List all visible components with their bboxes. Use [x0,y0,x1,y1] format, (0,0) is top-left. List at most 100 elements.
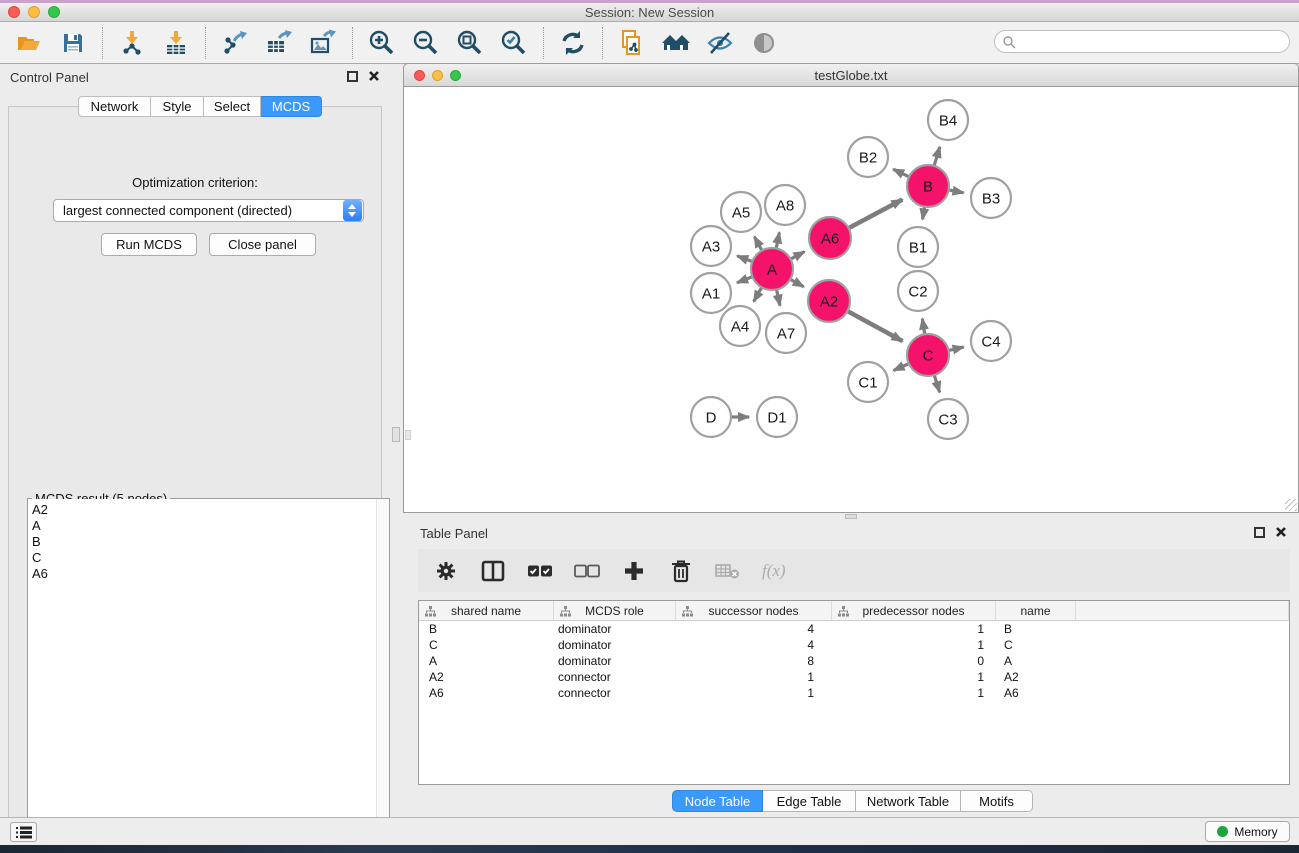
panel-divider-handle[interactable] [392,427,400,442]
hide-selected-icon[interactable] [705,28,735,58]
add-column-icon[interactable] [621,558,647,584]
table-row[interactable]: A6connector11A6 [419,685,1289,701]
save-session-icon[interactable] [58,28,88,58]
column-view-icon[interactable] [480,558,506,584]
column-header-shared-name[interactable]: shared name [419,601,554,621]
tab-mcds[interactable]: MCDS [261,96,322,117]
result-item[interactable]: A6 [32,566,389,582]
tab-network-table[interactable]: Network Table [856,790,961,812]
tab-select[interactable]: Select [204,96,261,117]
graph-node-A2[interactable]: A2 [808,280,850,322]
export-table-icon[interactable] [264,28,294,58]
table-cell[interactable]: A6 [419,685,554,701]
table-cell[interactable]: connector [554,669,676,685]
graph-node-C3[interactable]: C3 [928,399,968,439]
delete-column-icon[interactable] [668,558,694,584]
table-cell[interactable]: B [419,621,554,637]
close-panel-button[interactable]: Close panel [209,233,316,256]
column-header-mcds-role[interactable]: MCDS role [554,601,676,621]
graph-node-D[interactable]: D [691,397,731,437]
search-field[interactable] [994,30,1290,53]
graph-node-A8[interactable]: A8 [765,185,805,225]
table-row[interactable]: A2connector11A2 [419,669,1289,685]
graph-node-B2[interactable]: B2 [848,137,888,177]
graph-node-C[interactable]: C [907,334,949,376]
graph-node-A4[interactable]: A4 [720,306,760,346]
new-network-from-selection-icon[interactable] [617,28,647,58]
select-all-icon[interactable] [527,558,553,584]
graph-node-D1[interactable]: D1 [757,397,797,437]
table-cell[interactable]: 4 [676,621,832,637]
graph-node-A1[interactable]: A1 [691,273,731,313]
export-image-icon[interactable] [308,28,338,58]
graph-node-A7[interactable]: A7 [766,313,806,353]
graph-node-C1[interactable]: C1 [848,362,888,402]
open-session-icon[interactable] [14,28,44,58]
graph-node-A3[interactable]: A3 [691,226,731,266]
table-cell[interactable]: A6 [996,685,1076,701]
table-cell[interactable]: A2 [996,669,1076,685]
tab-node-table[interactable]: Node Table [672,790,763,812]
column-header-name[interactable]: name [996,601,1076,621]
task-history-button[interactable] [10,822,37,842]
search-input[interactable] [1016,33,1289,51]
result-scrollbar[interactable] [376,499,389,840]
float-panel-icon[interactable] [347,71,358,82]
network-canvas[interactable]: AA1A2A3A4A5A6A7A8BB1B2B3B4CC1C2C3C4DD1 [403,87,1299,513]
table-cell[interactable]: 1 [676,685,832,701]
column-header-successor-nodes[interactable]: successor nodes [676,601,832,621]
table-cell[interactable]: dominator [554,621,676,637]
home-icon[interactable] [661,28,691,58]
export-network-icon[interactable] [220,28,250,58]
table-row[interactable]: Cdominator41C [419,637,1289,653]
graph-node-A5[interactable]: A5 [721,192,761,232]
close-table-panel-icon[interactable] [1275,526,1287,538]
table-cell[interactable]: A [419,653,554,669]
table-cell[interactable]: connector [554,685,676,701]
table-cell[interactable]: 4 [676,637,832,653]
table-cell[interactable]: 0 [832,653,996,669]
float-table-panel-icon[interactable] [1254,527,1265,538]
refresh-icon[interactable] [558,28,588,58]
zoom-selected-icon[interactable] [499,28,529,58]
graph-edge[interactable] [934,147,940,168]
import-network-icon[interactable] [117,28,147,58]
result-item[interactable]: A2 [32,502,389,518]
table-cell[interactable]: 1 [676,669,832,685]
import-table-icon[interactable] [161,28,191,58]
table-cell[interactable]: 1 [832,669,996,685]
tab-motifs[interactable]: Motifs [961,790,1033,812]
window-resize-handle[interactable] [1285,499,1297,511]
table-cell[interactable]: 1 [832,637,996,653]
deselect-all-icon[interactable] [574,558,600,584]
close-panel-icon[interactable] [368,70,380,82]
result-item[interactable]: B [32,534,389,550]
tab-edge-table[interactable]: Edge Table [763,790,856,812]
criterion-dropdown[interactable]: largest connected component (directed) [53,199,364,222]
table-cell[interactable]: A2 [419,669,554,685]
table-cell[interactable]: 1 [832,685,996,701]
table-cell[interactable]: 8 [676,653,832,669]
mcds-result-list[interactable]: A2ABCA6 [28,499,389,840]
graph-node-C2[interactable]: C2 [898,271,938,311]
zoom-in-icon[interactable] [367,28,397,58]
settings-gear-icon[interactable] [433,558,459,584]
graph-node-C4[interactable]: C4 [971,321,1011,361]
table-cell[interactable]: C [419,637,554,653]
table-cell[interactable]: C [996,637,1076,653]
table-cell[interactable]: dominator [554,653,676,669]
network-window-titlebar[interactable]: testGlobe.txt [403,63,1299,87]
tab-style[interactable]: Style [151,96,204,117]
graph-node-B3[interactable]: B3 [971,178,1011,218]
memory-button[interactable]: Memory [1205,821,1290,842]
result-item[interactable]: C [32,550,389,566]
horizontal-divider-handle[interactable] [845,514,857,519]
table-cell[interactable]: 1 [832,621,996,637]
table-cell[interactable]: B [996,621,1076,637]
graph-node-B4[interactable]: B4 [928,100,968,140]
tab-network[interactable]: Network [78,96,151,117]
table-cell[interactable]: dominator [554,637,676,653]
graph-node-B[interactable]: B [907,165,949,207]
graph-node-B1[interactable]: B1 [898,227,938,267]
graph-node-A[interactable]: A [751,248,793,290]
